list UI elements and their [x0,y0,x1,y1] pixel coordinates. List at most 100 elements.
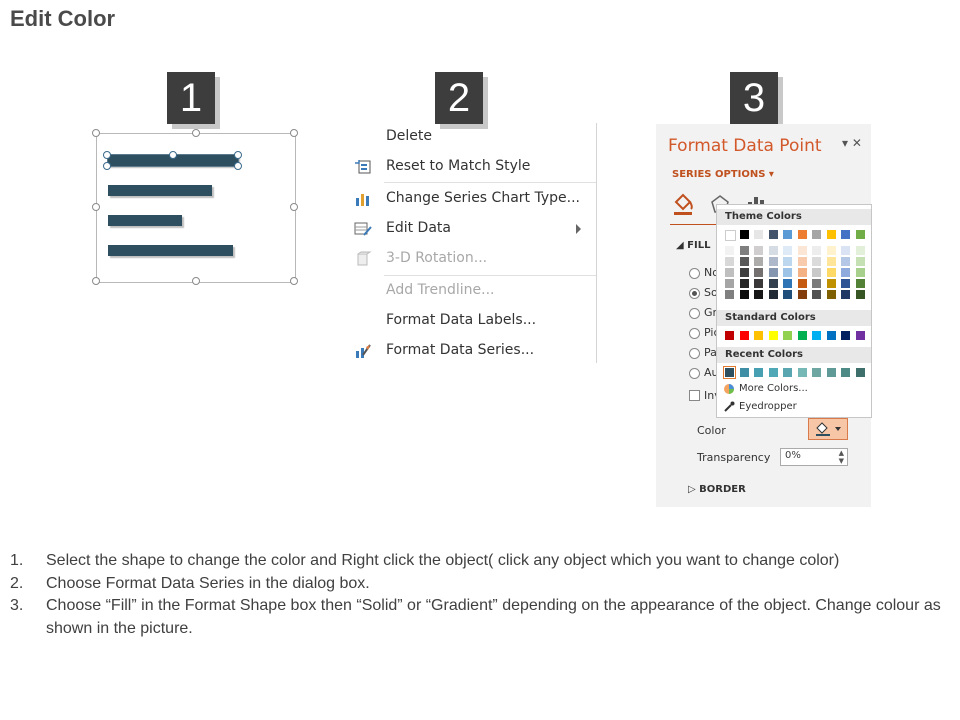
close-icon[interactable]: ✕ [852,136,862,150]
theme-shade-swatch[interactable] [768,279,778,288]
theme-shade-swatch[interactable] [841,279,850,288]
recent-color-swatch[interactable] [754,368,763,377]
theme-shade-swatch[interactable] [725,290,734,299]
theme-shade-swatch[interactable] [812,279,821,288]
theme-color-swatch[interactable] [841,230,850,239]
pane-controls[interactable]: ▾ ✕ [842,136,862,150]
standard-color-swatch[interactable] [768,331,778,340]
theme-shade-swatch[interactable] [855,246,865,255]
transparency-spinner[interactable]: 0% ▲ ▼ [780,448,848,466]
chart-bar[interactable] [108,215,182,226]
menu-item-format-data-labels[interactable]: Format Data Labels... [348,307,596,335]
theme-color-swatch[interactable] [783,230,792,239]
menu-item-format-data-series[interactable]: Format Data Series... [348,337,596,365]
fill-color-button[interactable] [808,418,848,440]
recent-color-swatch[interactable] [841,368,850,377]
theme-shade-swatch[interactable] [855,290,865,299]
theme-shade-swatch[interactable] [754,268,763,277]
resize-handle[interactable] [92,277,100,285]
theme-shade-swatch[interactable] [783,279,792,288]
resize-handle[interactable] [192,129,200,137]
recent-color-swatch[interactable] [739,368,749,377]
theme-color-swatch[interactable] [768,230,778,239]
resize-handle[interactable] [92,129,100,137]
theme-shade-swatch[interactable] [754,279,763,288]
theme-shade-swatch[interactable] [841,257,850,266]
theme-shade-swatch[interactable] [768,257,778,266]
theme-shade-swatch[interactable] [855,279,865,288]
standard-color-swatch[interactable] [739,331,749,340]
theme-shade-swatch[interactable] [783,257,792,266]
recent-color-swatch[interactable] [723,366,736,379]
fill-radio-solid[interactable] [689,288,700,299]
resize-handle[interactable] [290,203,298,211]
theme-shade-swatch[interactable] [797,279,807,288]
menu-item-change-chart-type[interactable]: Change Series Chart Type... [348,185,596,213]
fill-radio-pattern[interactable] [689,348,700,359]
resize-handle[interactable] [92,203,100,211]
standard-color-swatch[interactable] [841,331,850,340]
fill-line-icon[interactable] [672,192,694,216]
theme-shade-swatch[interactable] [841,246,850,255]
resize-handle[interactable] [290,129,298,137]
fill-section-header[interactable]: ◢ FILL [676,240,710,251]
chart-bar[interactable] [108,185,212,196]
recent-color-swatch[interactable] [797,368,807,377]
more-colors-link[interactable]: More Colors... [739,383,808,394]
theme-shade-swatch[interactable] [797,268,807,277]
standard-color-swatch[interactable] [826,331,836,340]
theme-shade-swatch[interactable] [754,246,763,255]
theme-shade-swatch[interactable] [768,268,778,277]
theme-color-swatch[interactable] [812,230,821,239]
standard-color-swatch[interactable] [812,331,821,340]
theme-shade-swatch[interactable] [841,268,850,277]
standard-color-swatch[interactable] [725,331,734,340]
theme-shade-swatch[interactable] [725,279,734,288]
theme-shade-swatch[interactable] [812,257,821,266]
recent-color-swatch[interactable] [855,368,865,377]
theme-shade-swatch[interactable] [855,268,865,277]
series-options-dropdown[interactable]: SERIES OPTIONS ▾ [672,169,774,180]
fill-radio-picture[interactable] [689,328,700,339]
theme-shade-swatch[interactable] [797,257,807,266]
theme-shade-swatch[interactable] [841,290,850,299]
resize-handle[interactable] [192,277,200,285]
chart-bar[interactable] [108,245,233,256]
fill-radio-gradient[interactable] [689,308,700,319]
theme-shade-swatch[interactable] [739,268,749,277]
theme-shade-swatch[interactable] [739,290,749,299]
bar-selection-handle[interactable] [234,162,242,170]
theme-color-swatch[interactable] [739,230,749,239]
theme-shade-swatch[interactable] [812,268,821,277]
border-section-header[interactable]: ▷ BORDER [688,484,746,495]
menu-item-reset-style[interactable]: Reset to Match Style [348,153,596,181]
recent-color-swatch[interactable] [826,368,836,377]
theme-shade-swatch[interactable] [783,290,792,299]
recent-color-swatch[interactable] [812,368,821,377]
theme-shade-swatch[interactable] [826,246,836,255]
theme-shade-swatch[interactable] [725,257,734,266]
eyedropper-link[interactable]: Eyedropper [739,401,797,412]
bar-selection-handle[interactable] [234,151,242,159]
bar-selection-handle[interactable] [103,162,111,170]
theme-shade-swatch[interactable] [797,246,807,255]
recent-color-swatch[interactable] [768,368,778,377]
theme-shade-swatch[interactable] [855,257,865,266]
theme-shade-swatch[interactable] [783,246,792,255]
recent-color-swatch[interactable] [783,368,792,377]
menu-item-delete[interactable]: Delete [348,123,596,151]
theme-shade-swatch[interactable] [812,246,821,255]
theme-shade-swatch[interactable] [812,290,821,299]
spin-arrows-icon[interactable]: ▲ ▼ [839,449,844,465]
resize-handle[interactable] [290,277,298,285]
standard-color-swatch[interactable] [855,331,865,340]
theme-shade-swatch[interactable] [826,257,836,266]
theme-shade-swatch[interactable] [725,246,734,255]
theme-shade-swatch[interactable] [797,290,807,299]
theme-shade-swatch[interactable] [768,290,778,299]
theme-shade-swatch[interactable] [739,279,749,288]
theme-color-swatch[interactable] [826,230,836,239]
bar-selection-handle[interactable] [103,151,111,159]
theme-shade-swatch[interactable] [725,268,734,277]
theme-shade-swatch[interactable] [754,257,763,266]
